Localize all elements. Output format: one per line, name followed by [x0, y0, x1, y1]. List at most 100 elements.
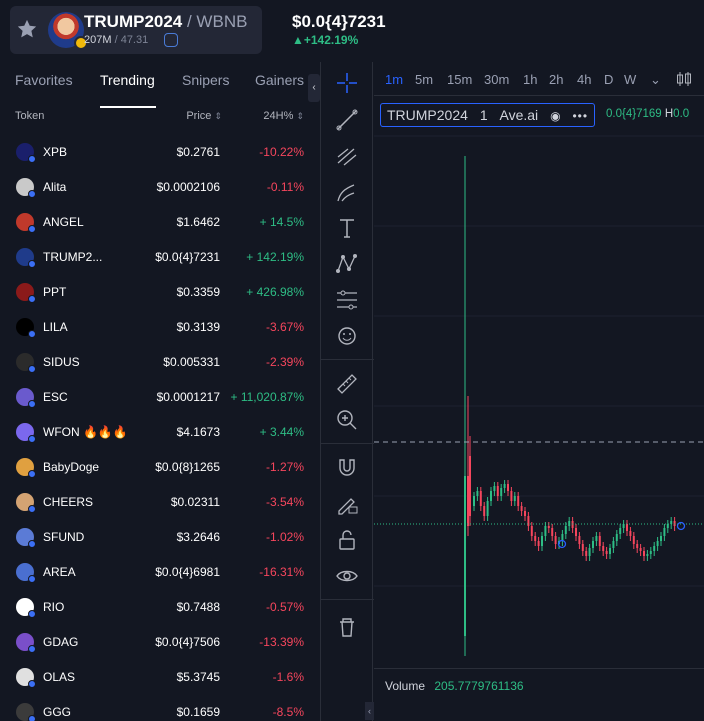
visibility-eye-icon[interactable]: ◉	[550, 109, 560, 123]
legend-high: 0.0	[673, 108, 690, 120]
token-name: PPT	[43, 285, 67, 299]
tab-trending[interactable]: Trending	[100, 72, 155, 88]
toolbar-divider	[321, 443, 374, 444]
trend-line-icon[interactable]	[334, 107, 360, 133]
table-row[interactable]: WFON 🔥🔥🔥 $4.1673 + 3.44%	[0, 415, 320, 450]
lock-drawing-icon[interactable]	[334, 491, 360, 517]
col-change-label: 24H%	[263, 110, 294, 122]
text-icon[interactable]	[334, 215, 360, 241]
pair-base: TRUMP2024	[84, 12, 183, 31]
table-row[interactable]: GDAG $0.0{4}7506 -13.39%	[0, 625, 320, 660]
table-row[interactable]: OLAS $5.3745 -1.6%	[0, 660, 320, 695]
interval-4h[interactable]: 4h	[577, 72, 591, 87]
interval-1h[interactable]: 1h	[523, 72, 537, 87]
candle-body	[479, 491, 482, 506]
candle-body	[639, 548, 642, 551]
table-row[interactable]: AREA $0.0{4}6981 -16.31%	[0, 555, 320, 590]
tab-favorites[interactable]: Favorites	[15, 72, 73, 88]
candle-style-icon[interactable]	[674, 69, 694, 89]
chain-badge-icon	[28, 330, 36, 338]
pattern-icon[interactable]	[334, 251, 360, 277]
token-price: $0.0001217	[156, 390, 220, 404]
interval-more-chevron-icon[interactable]: ⌄	[650, 72, 661, 88]
legend-high-label: H	[664, 108, 674, 120]
token-price: $0.0002106	[156, 180, 220, 194]
table-row[interactable]: ANGEL $1.6462 + 14.5%	[0, 205, 320, 240]
eye-icon[interactable]	[334, 563, 360, 589]
interval-1m[interactable]: 1m	[385, 72, 403, 87]
token-price: $0.02311	[170, 495, 220, 509]
token-name: XPB	[43, 145, 68, 159]
candle-body	[473, 496, 475, 506]
candle-body	[649, 551, 652, 554]
candle-body	[609, 548, 611, 554]
candlestick-plot[interactable]	[374, 96, 704, 668]
chain-badge-icon	[28, 540, 36, 548]
more-options-icon[interactable]: •••	[572, 109, 588, 123]
pitchfork-icon[interactable]	[334, 143, 360, 169]
tab-gainers[interactable]: Gainers	[255, 72, 304, 88]
interval-d[interactable]: D	[604, 72, 613, 87]
interval-5m[interactable]: 5m	[415, 72, 433, 87]
ruler-icon[interactable]	[334, 371, 360, 397]
smiley-icon[interactable]	[334, 323, 360, 349]
chain-badge-icon	[28, 505, 36, 513]
token-price: $4.1673	[176, 425, 220, 439]
table-row[interactable]: ESC $0.0001217 + 11,020.87%	[0, 380, 320, 415]
brush-icon[interactable]	[334, 179, 360, 205]
candle-body	[547, 526, 550, 528]
candle-body	[595, 536, 598, 541]
price-chart[interactable]: 1m 5m 15m 30m 1h 2h 4h D W ⌄ TRUMP2024 1…	[365, 62, 704, 721]
chain-badge-icon	[28, 610, 36, 618]
unlock-icon[interactable]	[334, 527, 360, 553]
chain-badge-icon	[28, 680, 36, 688]
candle-body	[653, 546, 656, 551]
col-price[interactable]: Price ⇕	[186, 110, 222, 122]
zoom-in-icon[interactable]	[334, 407, 360, 433]
drawing-point-marker[interactable]	[676, 521, 686, 531]
table-row[interactable]: SFUND $3.2646 -1.02%	[0, 520, 320, 555]
table-row[interactable]: SIDUS $0.005331 -2.39%	[0, 345, 320, 380]
table-row[interactable]: XPB $0.2761 -10.22%	[0, 135, 320, 170]
token-change: -1.27%	[265, 460, 304, 474]
table-row[interactable]: GGG $0.1659 -8.5%	[0, 695, 320, 721]
table-row[interactable]: TRUMP2... $0.0{4}7231 + 142.19%	[0, 240, 320, 275]
expand-panel-chevron-icon[interactable]: ‹	[365, 702, 374, 720]
lock-icon[interactable]	[164, 33, 178, 47]
candle-body	[632, 536, 635, 544]
pair-info-card[interactable]: TRUMP2024 / WBNB 207M / 47.31	[10, 6, 262, 54]
token-name: WFON 🔥🔥🔥	[43, 425, 128, 439]
interval-15m[interactable]: 15m	[447, 72, 472, 87]
interval-w[interactable]: W	[624, 72, 636, 87]
table-row[interactable]: LILA $0.3139 -3.67%	[0, 310, 320, 345]
token-name: SIDUS	[43, 355, 80, 369]
table-row[interactable]: Alita $0.0002106 -0.11%	[0, 170, 320, 205]
candle-body	[578, 536, 581, 544]
col-change[interactable]: 24H% ⇕	[263, 110, 304, 122]
token-name: OLAS	[43, 670, 76, 684]
table-row[interactable]: BabyDoge $0.0{8}1265 -1.27%	[0, 450, 320, 485]
interval-30m[interactable]: 30m	[484, 72, 509, 87]
table-row[interactable]: PPT $0.3359 + 426.98%	[0, 275, 320, 310]
candle-body	[612, 541, 615, 548]
legend-ohlc: 0.0{4}7169 H0.0	[606, 108, 689, 120]
toolbar-divider	[321, 359, 374, 360]
favorite-star-icon[interactable]	[16, 18, 38, 40]
table-row[interactable]: RIO $0.7488 -0.57%	[0, 590, 320, 625]
collapse-panel-button[interactable]: ‹	[308, 74, 320, 102]
fib-icon[interactable]	[334, 287, 360, 313]
trash-icon[interactable]	[334, 614, 360, 640]
candle-body	[615, 534, 618, 541]
chain-badge-icon	[28, 645, 36, 653]
token-change: -2.39%	[265, 355, 304, 369]
table-row[interactable]: CHEERS $0.02311 -3.54%	[0, 485, 320, 520]
token-change: -1.02%	[265, 530, 304, 544]
candle-body	[537, 541, 540, 546]
volume-value: 205.7779761136	[434, 679, 524, 693]
interval-2h[interactable]: 2h	[549, 72, 563, 87]
magnet-icon[interactable]	[334, 455, 360, 481]
crosshair-icon[interactable]	[334, 70, 360, 96]
chart-legend[interactable]: TRUMP2024 1 Ave.ai ◉ •••	[380, 103, 596, 127]
token-price: $0.2761	[176, 145, 220, 159]
tab-snipers[interactable]: Snipers	[182, 72, 229, 88]
